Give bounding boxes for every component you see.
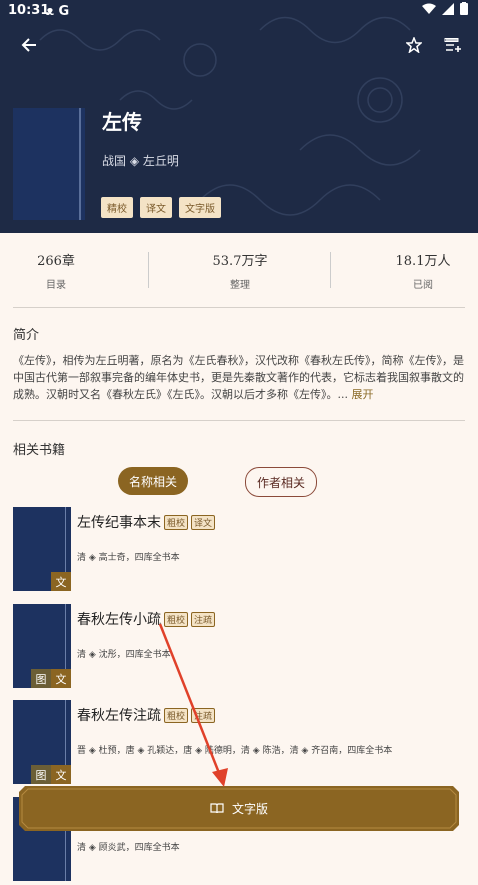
mini-tag: 粗校: [164, 611, 189, 627]
star-icon: [406, 37, 422, 53]
playlist-add-icon: [444, 38, 461, 52]
tag-wenziban: 文字版: [179, 197, 221, 218]
status-right-icons: [422, 2, 468, 15]
open-book-icon: [210, 803, 224, 814]
book-header: 10:31 ᴥ G 左传 战国 ◈ 左丘明 精校 译文 文字版: [0, 0, 478, 233]
divider: [330, 252, 331, 288]
divider: [13, 420, 465, 421]
cta-label-row: 文字版: [19, 786, 459, 831]
text-version-button[interactable]: 文字版: [19, 786, 459, 831]
badge-tu: 图: [31, 765, 51, 784]
arrow-left-icon: [21, 38, 36, 52]
book-thumbnail: 图 文: [13, 700, 71, 784]
mini-tag: 粗校: [164, 514, 189, 530]
book-row-meta: 清 ◈ 高士奇，四库全书本: [77, 553, 180, 563]
cta-label: 文字版: [231, 802, 268, 816]
intro-heading: 简介: [13, 328, 40, 343]
mini-tag: 粗校: [164, 707, 189, 723]
stat-chapters-label: 目录: [46, 280, 66, 291]
book-row-title: 左传纪事本末 粗校 译文: [77, 512, 216, 532]
mini-tag: 注疏: [191, 611, 216, 627]
back-button[interactable]: [13, 29, 45, 61]
list-item[interactable]: 图 文 春秋左传注疏 粗校 注疏 晋 ◈ 杜预，唐 ◈ 孔颖达，唐 ◈ 陆德明，…: [0, 700, 478, 788]
divider: [148, 252, 149, 288]
stat-words-value: 53.7万字: [212, 254, 268, 269]
related-heading: 相关书籍: [13, 443, 66, 458]
book-thumbnail: 图 文: [13, 604, 71, 688]
related-book-title: 春秋左传小疏: [77, 612, 161, 628]
stat-readers-label: 已阅: [413, 280, 433, 291]
stat-words: 53.7万字 整理: [202, 250, 278, 291]
book-row-meta: 清 ◈ 沈彤，四库全书本: [77, 650, 171, 660]
tag-yiwen: 译文: [140, 197, 172, 218]
book-row-title: 春秋左传注疏 粗校 注疏: [77, 705, 216, 725]
book-thumbnail: 文: [13, 507, 71, 591]
mini-tag: 注疏: [191, 707, 216, 723]
intro-text-block: 《左传》，相传为左丘明著，原名为《左氏春秋》，汉代改称《春秋左氏传》，简称《左传…: [13, 352, 465, 403]
badge-tu: 图: [31, 669, 51, 688]
related-book-title: 春秋左传注疏: [77, 708, 161, 724]
google-icon: G: [58, 4, 70, 19]
wifi-icon: [422, 3, 436, 14]
status-time: 10:31: [8, 3, 50, 18]
favorite-button[interactable]: [398, 29, 430, 61]
stat-chapters[interactable]: 266章 目录: [26, 250, 86, 291]
divider: [13, 307, 465, 308]
book-row-meta: 晋 ◈ 杜预，唐 ◈ 孔颖达，唐 ◈ 陆德明，清 ◈ 陈浩，清 ◈ 齐召南，四库…: [77, 746, 393, 756]
badge-wen: 文: [51, 669, 71, 688]
expand-link[interactable]: 展开: [352, 388, 374, 401]
book-author: 战国 ◈ 左丘明: [102, 154, 179, 168]
add-to-list-button[interactable]: [437, 29, 469, 61]
book-cover: [13, 108, 85, 220]
stat-words-label: 整理: [230, 280, 250, 291]
signal-icon: [442, 2, 454, 15]
tab-author-related[interactable]: 作者相关: [245, 467, 317, 497]
status-notification-icons: ᴥ G: [46, 3, 69, 19]
stat-readers: 18.1万人 已阅: [388, 250, 458, 291]
stat-readers-value: 18.1万人: [395, 254, 451, 269]
book-tags: 精校 译文 文字版: [101, 197, 221, 218]
related-book-title: 左传纪事本末: [77, 515, 161, 531]
book-row-title: 春秋左传小疏 粗校 注疏: [77, 609, 216, 629]
status-bar: 10:31 ᴥ G: [0, 0, 478, 22]
intro-text: 《左传》，相传为左丘明著，原名为《左氏春秋》，汉代改称《春秋左氏传》，简称《左传…: [13, 354, 464, 401]
tag-jingjiao: 精校: [101, 197, 133, 218]
book-title: 左传: [102, 110, 142, 134]
list-item[interactable]: 文 左传纪事本末 粗校 译文 清 ◈ 高士奇，四库全书本: [0, 507, 478, 595]
cat-icon: ᴥ: [46, 4, 54, 19]
book-row-meta: 清 ◈ 顾炎武，四库全书本: [77, 843, 180, 853]
mini-tag: 译文: [191, 514, 216, 530]
tab-name-related[interactable]: 名称相关: [118, 467, 188, 495]
battery-icon: [460, 2, 468, 15]
stat-chapters-value: 266章: [37, 254, 75, 269]
badge-wen: 文: [51, 765, 71, 784]
badge-wen: 文: [51, 572, 71, 591]
book-stats: 266章 目录 53.7万字 整理 18.1万人 已阅: [0, 244, 478, 294]
list-item[interactable]: 图 文 春秋左传小疏 粗校 注疏 清 ◈ 沈彤，四库全书本: [0, 604, 478, 692]
